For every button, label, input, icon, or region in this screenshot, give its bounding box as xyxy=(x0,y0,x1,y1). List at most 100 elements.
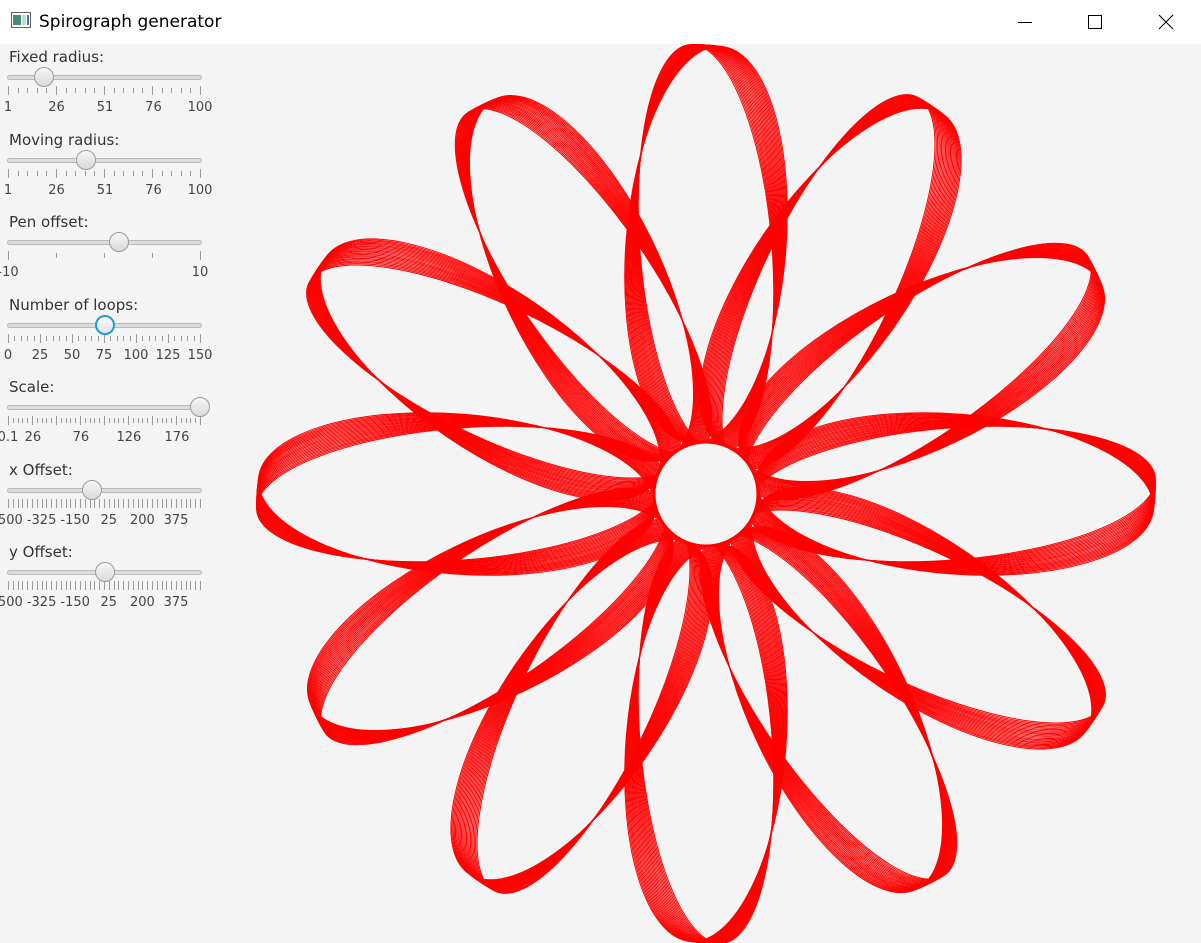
tick-label: 1 xyxy=(3,182,13,198)
slider-thumb[interactable] xyxy=(108,232,129,252)
tick-label: -150 xyxy=(60,595,90,610)
minor-tick xyxy=(41,418,43,423)
minor-tick xyxy=(36,170,38,176)
major-tick xyxy=(8,498,9,508)
minor-tick xyxy=(46,170,48,176)
minor-tick xyxy=(84,170,86,176)
minor-tick xyxy=(132,418,134,423)
major-tick xyxy=(147,498,149,508)
tick-label: 76 xyxy=(145,182,162,198)
minor-tick xyxy=(51,418,53,423)
slider-track[interactable] xyxy=(7,405,202,410)
slider-control: Number of loops: 0 25 50 75 100 125 150 xyxy=(0,292,230,374)
major-tick xyxy=(152,168,153,178)
major-tick xyxy=(40,333,41,343)
major-tick xyxy=(51,581,53,590)
tick-label: 375 xyxy=(163,595,189,610)
major-tick xyxy=(72,333,73,343)
minor-tick xyxy=(166,418,168,423)
major-tick xyxy=(32,581,33,590)
slider-thumb[interactable] xyxy=(190,397,210,417)
slider-label: Pen offset: xyxy=(9,213,89,231)
major-tick xyxy=(99,498,101,508)
major-tick xyxy=(104,416,105,425)
slider-label: Moving radius: xyxy=(9,130,120,149)
major-tick xyxy=(17,581,19,590)
minor-tick xyxy=(65,88,67,93)
minor-tick xyxy=(17,88,19,93)
major-tick xyxy=(200,86,201,95)
major-tick xyxy=(12,498,14,508)
minor-tick xyxy=(60,418,62,423)
tick-label: 100 xyxy=(187,100,213,115)
tick-label: 126 xyxy=(116,430,142,445)
minor-tick xyxy=(70,418,72,423)
major-tick xyxy=(84,498,86,508)
major-tick xyxy=(142,581,144,590)
major-tick xyxy=(185,581,187,590)
major-tick xyxy=(166,581,168,590)
minor-tick xyxy=(27,170,29,176)
major-tick xyxy=(56,581,57,590)
major-tick xyxy=(190,498,192,508)
title-bar: Spirograph generator xyxy=(0,0,1201,44)
slider-label: Scale: xyxy=(9,378,55,396)
slider-track[interactable] xyxy=(7,487,202,493)
major-tick xyxy=(56,168,57,178)
slider-ticks xyxy=(0,581,230,593)
minor-tick xyxy=(84,418,86,423)
major-tick xyxy=(80,416,81,425)
tick-label: 100 xyxy=(187,182,213,198)
major-tick xyxy=(65,498,67,508)
minor-tick xyxy=(14,335,16,341)
tick-label: 76 xyxy=(72,430,90,445)
major-tick xyxy=(56,416,57,425)
slider-thumb[interactable] xyxy=(76,149,97,170)
major-tick xyxy=(32,498,33,508)
major-tick xyxy=(152,581,153,590)
minor-tick xyxy=(46,418,48,423)
minimize-button[interactable] xyxy=(990,0,1060,44)
minor-tick xyxy=(118,418,120,423)
major-tick xyxy=(180,498,182,508)
minor-tick xyxy=(187,335,189,341)
major-tick xyxy=(176,498,177,508)
major-tick xyxy=(180,581,182,590)
major-tick xyxy=(166,498,168,508)
major-tick xyxy=(176,581,177,590)
tick-label: 26 xyxy=(48,100,65,115)
close-button[interactable] xyxy=(1131,0,1201,44)
major-tick xyxy=(51,498,53,508)
maximize-button[interactable] xyxy=(1060,0,1130,44)
minor-tick xyxy=(132,170,134,176)
slider-thumb[interactable] xyxy=(33,67,54,87)
major-tick xyxy=(36,498,38,508)
minor-tick xyxy=(113,88,115,93)
minor-tick xyxy=(108,418,110,423)
major-tick xyxy=(137,581,139,590)
slider-ticks xyxy=(0,86,230,98)
minor-tick xyxy=(17,170,19,176)
slider-track[interactable] xyxy=(7,157,202,163)
slider-thumb[interactable] xyxy=(94,562,115,582)
minimize-icon xyxy=(1018,22,1032,23)
minor-tick xyxy=(123,418,125,423)
tick-label: 75 xyxy=(95,347,113,363)
minor-tick xyxy=(161,170,163,176)
slider-thumb[interactable] xyxy=(94,314,115,335)
major-tick xyxy=(137,498,139,508)
major-tick xyxy=(22,498,24,508)
major-tick xyxy=(147,581,149,590)
major-tick xyxy=(104,581,105,590)
slider-ticks xyxy=(0,416,230,428)
major-tick xyxy=(152,86,153,95)
maximize-icon xyxy=(1088,15,1102,29)
minor-tick xyxy=(59,335,61,341)
slider-thumb[interactable] xyxy=(82,479,103,500)
minor-tick xyxy=(190,170,192,176)
major-tick xyxy=(12,581,14,590)
major-tick xyxy=(104,86,105,95)
slider-track[interactable] xyxy=(7,240,202,245)
tick-label: 51 xyxy=(96,182,114,198)
minor-tick xyxy=(195,418,197,423)
